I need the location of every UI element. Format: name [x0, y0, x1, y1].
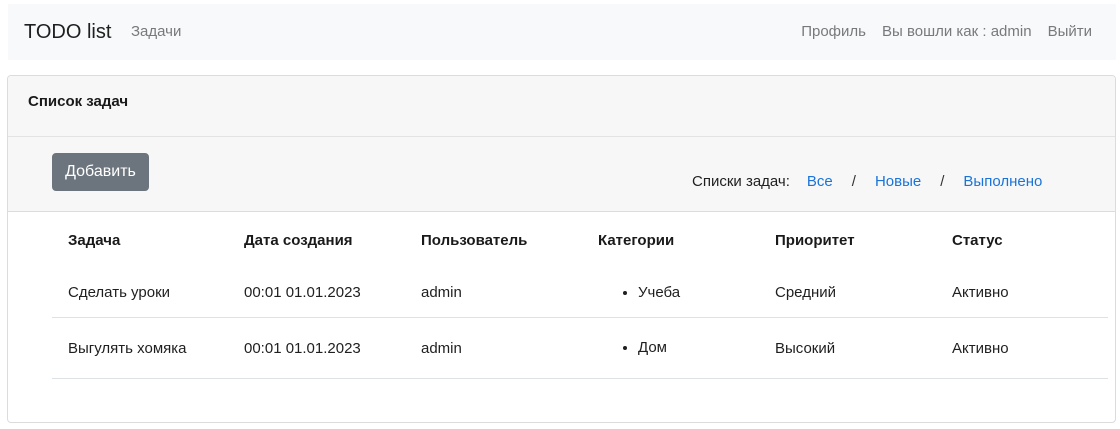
add-task-button[interactable]: Добавить — [52, 153, 149, 191]
filters-label: Списки задач: — [692, 173, 790, 190]
nav-profile-link[interactable]: Профиль — [801, 23, 866, 41]
table-row[interactable]: Выгулять хомяка 00:01 01.01.2023 admin Д… — [52, 317, 1108, 379]
nav-logout-link[interactable]: Выйти — [1048, 23, 1092, 41]
navbar-right: Профиль Вы вошли как : admin Выйти — [801, 23, 1092, 41]
task-filters: Списки задач: Все / Новые / Выполнено — [692, 173, 1042, 191]
cell-priority: Средний — [759, 268, 936, 318]
cell-user: admin — [405, 268, 582, 318]
column-header-task: Задача — [68, 232, 121, 249]
tasks-table: Задача Дата создания Пользователь Катего… — [52, 228, 1108, 379]
table-header-row: Задача Дата создания Пользователь Катего… — [52, 228, 1108, 268]
category-item: Учеба — [638, 283, 743, 303]
column-header-status: Статус — [952, 232, 1003, 249]
cell-categories: Учеба — [582, 268, 759, 318]
task-toolbar: Добавить Списки задач: Все / Новые / Вып… — [8, 137, 1115, 212]
column-header-created: Дата создания — [244, 232, 353, 249]
cell-priority: Высокий — [759, 317, 936, 379]
filter-separator: / — [940, 173, 945, 190]
cell-status: Активно — [936, 268, 1108, 318]
tasks-table-head: Задача Дата создания Пользователь Катего… — [52, 228, 1108, 268]
nav-logged-in-as[interactable]: Вы вошли как : admin — [882, 23, 1032, 41]
table-row[interactable]: Сделать уроки 00:01 01.01.2023 admin Уче… — [52, 268, 1108, 318]
filter-all-link[interactable]: Все — [807, 173, 833, 191]
filter-new-link[interactable]: Новые — [875, 173, 921, 191]
cell-categories: Дом — [582, 317, 759, 379]
navbar: TODO list Задачи Профиль Вы вошли как : … — [8, 4, 1116, 60]
category-item: Дом — [638, 338, 743, 358]
column-header-priority: Приоритет — [775, 232, 855, 249]
column-header-categories: Категории — [598, 232, 675, 249]
category-list: Дом — [598, 338, 743, 358]
filter-separator: / — [851, 173, 856, 190]
cell-created: 00:01 01.01.2023 — [228, 268, 405, 318]
filter-done-link[interactable]: Выполнено — [963, 173, 1042, 191]
category-list: Учеба — [598, 283, 743, 303]
cell-task: Сделать уроки — [52, 268, 228, 318]
column-header-user: Пользователь — [421, 232, 528, 249]
cell-user: admin — [405, 317, 582, 379]
brand-link[interactable]: TODO list — [24, 20, 111, 44]
task-list-card: Список задач Добавить Списки задач: Все … — [7, 75, 1116, 423]
tasks-table-body: Сделать уроки 00:01 01.01.2023 admin Уче… — [52, 268, 1108, 379]
cell-created: 00:01 01.01.2023 — [228, 317, 405, 379]
cell-status: Активно — [936, 317, 1108, 379]
cell-task: Выгулять хомяка — [52, 317, 228, 379]
nav-tasks-link[interactable]: Задачи — [131, 23, 181, 41]
card-header: Список задач — [8, 76, 1115, 137]
card-title: Список задач — [28, 93, 129, 110]
